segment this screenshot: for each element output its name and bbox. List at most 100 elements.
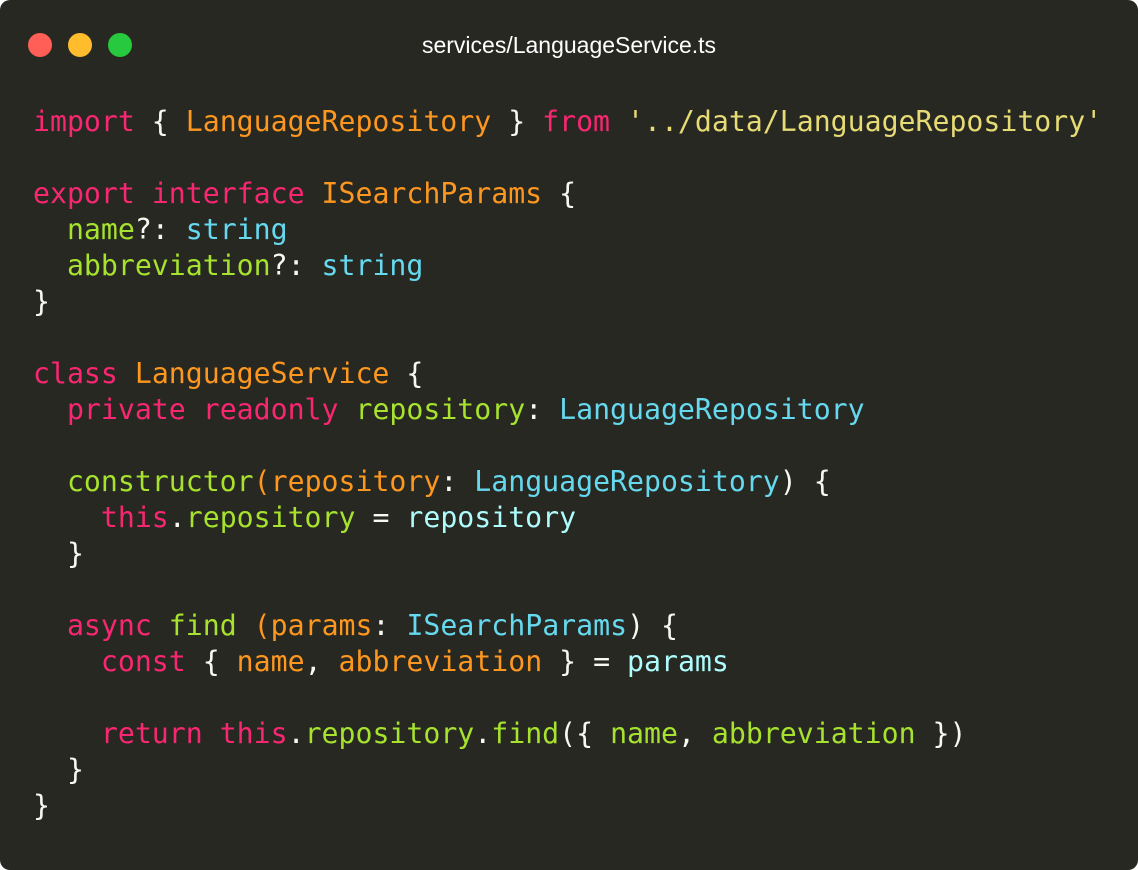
window-title: services/LanguageService.ts <box>421 32 717 58</box>
code-token: abbreviation <box>338 645 543 678</box>
code-token: ?: <box>270 249 322 282</box>
code-line: private readonly repository: LanguageRep… <box>33 392 1102 428</box>
code-token: name <box>610 717 678 750</box>
code-token: : <box>440 465 475 498</box>
code-token: ISearchParams <box>406 609 628 642</box>
code-token: abbreviation <box>711 717 916 750</box>
code-token: name <box>236 645 305 678</box>
code-line: const { name, abbreviation } = params <box>33 644 1102 680</box>
code-token: } <box>33 285 50 318</box>
code-line: return this.repository.find({ name, abbr… <box>33 716 1102 752</box>
code-token: repository <box>406 501 577 534</box>
code-token: this <box>100 501 169 534</box>
code-token: LanguageRepository <box>559 393 865 426</box>
code-token: } = <box>542 645 628 678</box>
code-token: { <box>134 105 186 138</box>
code-token: readonly <box>202 393 339 426</box>
code-token: repository <box>355 393 526 426</box>
code-token: } <box>33 753 84 786</box>
code-token: name <box>66 213 135 246</box>
code-token: params <box>627 645 729 678</box>
code-token: params <box>270 609 373 642</box>
code-token: }) <box>915 717 967 750</box>
code-token: } <box>33 789 50 822</box>
code-window: services/LanguageService.ts import { Lan… <box>0 0 1138 870</box>
code-token: ( <box>253 465 271 498</box>
code-line: export interface ISearchParams { <box>33 176 1102 212</box>
code-token: ( <box>253 609 271 642</box>
code-token: = <box>355 501 407 534</box>
code-token: find <box>491 717 560 750</box>
code-token: . <box>287 717 305 750</box>
code-token: interface <box>151 177 305 210</box>
code-token: ?: <box>134 213 186 246</box>
code-token: import <box>33 105 135 138</box>
title-bar: services/LanguageService.ts <box>0 0 1138 90</box>
code-token: repository <box>304 717 475 750</box>
code-token: { <box>389 357 424 390</box>
code-token: LanguageRepository <box>474 465 780 498</box>
code-token: : <box>372 609 407 642</box>
code-line: async find (params: ISearchParams) { <box>33 608 1102 644</box>
code-token: , <box>304 645 339 678</box>
code-line: } <box>33 788 1102 824</box>
code-line: } <box>33 536 1102 572</box>
code-line: this.repository = repository <box>33 500 1102 536</box>
code-line: import { LanguageRepository } from '../d… <box>33 104 1102 140</box>
code-line: name?: string <box>33 212 1102 248</box>
code-line: constructor(repository: LanguageReposito… <box>33 464 1102 500</box>
code-token: { <box>542 177 577 210</box>
code-token: . <box>474 717 492 750</box>
code-line: abbreviation?: string <box>33 248 1102 284</box>
code-token: abbreviation <box>66 249 271 282</box>
code-token: } <box>33 537 84 570</box>
code-token: : <box>525 393 560 426</box>
code-token: ISearchParams <box>321 177 543 210</box>
code-token: constructor <box>66 465 254 498</box>
code-token: find <box>168 609 237 642</box>
code-token: const <box>100 645 186 678</box>
code-token: class <box>33 357 118 390</box>
code-token: this <box>219 717 288 750</box>
code-token: { <box>185 645 237 678</box>
code-token: ) { <box>627 609 678 642</box>
code-token: LanguageService <box>134 357 390 390</box>
code-token: string <box>185 213 288 246</box>
code-token: repository <box>185 501 356 534</box>
code-token: LanguageRepository <box>185 105 492 138</box>
code-line: } <box>33 284 1102 320</box>
code-token: string <box>321 249 424 282</box>
code-token: async <box>66 609 152 642</box>
code-line: class LanguageService { <box>33 356 1102 392</box>
code-block: import { LanguageRepository } from '../d… <box>33 104 1102 824</box>
code-token: ({ <box>559 717 611 750</box>
code-line: } <box>33 752 1102 788</box>
code-token: export <box>33 177 135 210</box>
code-token: '../data/LanguageRepository' <box>627 105 1103 138</box>
code-token: } <box>491 105 543 138</box>
code-token: private <box>66 393 186 426</box>
code-token: repository <box>270 465 441 498</box>
